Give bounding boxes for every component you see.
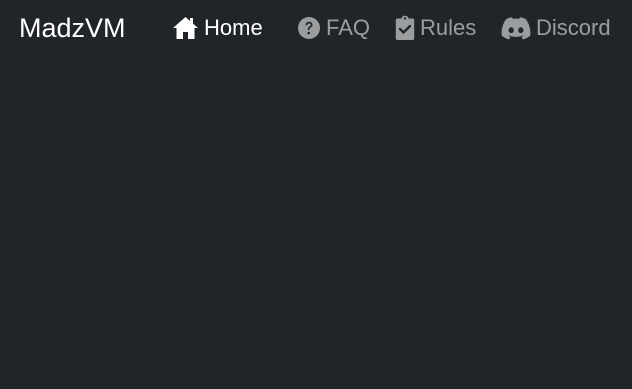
- top-navbar: MadzVM Home FAQ Rules Discord: [0, 0, 632, 56]
- nav-item-rules-label: Rules: [420, 15, 477, 40]
- brand-link[interactable]: MadzVM: [19, 12, 126, 44]
- question-circle-icon: [297, 16, 321, 40]
- discord-icon: [501, 16, 531, 40]
- nav-item-faq[interactable]: FAQ: [297, 14, 370, 42]
- nav-item-discord-label: Discord: [536, 15, 611, 40]
- clipboard-check-icon: [395, 15, 415, 41]
- nav-item-faq-label: FAQ: [326, 15, 371, 40]
- nav-item-rules[interactable]: Rules: [395, 14, 476, 42]
- home-icon: [172, 16, 199, 40]
- nav-item-home[interactable]: Home: [172, 14, 263, 42]
- nav-item-home-label: Home: [204, 15, 263, 40]
- nav-item-discord[interactable]: Discord: [501, 14, 611, 42]
- main-content: [0, 56, 632, 389]
